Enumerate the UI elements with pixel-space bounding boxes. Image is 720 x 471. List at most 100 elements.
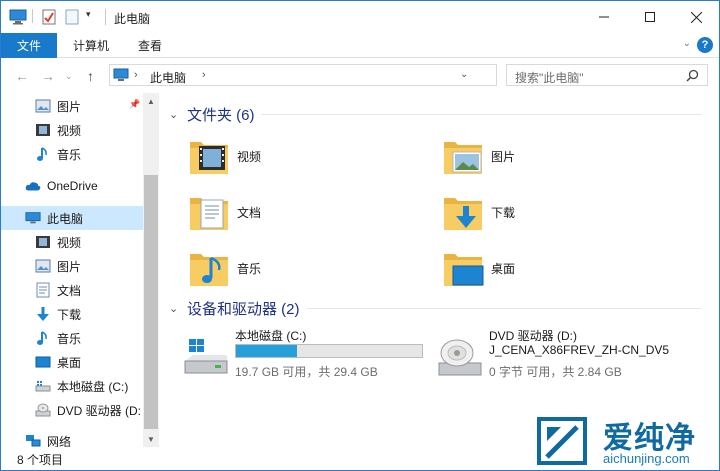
downloads-icon (35, 306, 51, 322)
folders-group-title: 文件夹 (6) (187, 106, 255, 124)
sidebar-item-pictures[interactable]: 图片 (1, 254, 143, 278)
item-count: 8 个项目 (17, 453, 64, 467)
new-folder-icon[interactable] (65, 9, 79, 25)
qa-divider (32, 9, 33, 23)
help-icon[interactable]: ? (697, 37, 713, 53)
videos-icon (35, 122, 51, 138)
sidebar-item-label: 下载 (57, 307, 82, 322)
this-pc-address-icon (113, 68, 129, 85)
pictures-icon (35, 98, 51, 114)
sidebar-item-desktop[interactable]: 桌面 (1, 350, 143, 374)
sidebar-item-videos[interactable]: 视频 (1, 230, 143, 254)
navigation-bar: ← → ⌄ ↑ › 此电脑 › ⌄ ↻ 搜索"此电脑" (1, 59, 719, 93)
watermark-logo: 爱纯净 aichunjing.com (531, 413, 717, 469)
dvd-drive-name: DVD 驱动器 (D:) (489, 329, 577, 343)
folder-music[interactable]: 音乐 (187, 243, 427, 293)
sidebar-item-downloads[interactable]: 下载 (1, 302, 143, 326)
maximize-button[interactable] (627, 1, 673, 33)
music-icon (35, 330, 51, 346)
sidebar-item-label: 文档 (57, 283, 82, 298)
collapse-chevron-icon[interactable]: ⌄ (169, 302, 183, 315)
watermark-emblem-icon (537, 417, 587, 465)
downloads-folder-icon (441, 190, 485, 234)
sidebar-item-music[interactable]: 音乐 (1, 326, 143, 350)
folder-label: 视频 (237, 149, 262, 164)
group-divider (261, 114, 701, 115)
documents-folder-icon (187, 190, 231, 234)
dvd-drive-size: 0 字节 可用，共 2.84 GB (489, 365, 622, 379)
sidebar-item-onedrive[interactable]: OneDrive (1, 174, 143, 198)
music-icon (35, 146, 51, 162)
folder-pictures[interactable]: 图片 (441, 131, 681, 181)
group-divider (307, 308, 701, 309)
customize-qa-dropdown-icon[interactable]: ▾ (86, 9, 91, 20)
drive-c-usage-bar (235, 344, 423, 358)
window-title: 此电脑 (114, 12, 151, 26)
forward-icon[interactable]: → (41, 68, 55, 84)
up-icon[interactable]: ↑ (87, 68, 94, 84)
properties-icon[interactable] (42, 9, 56, 25)
navigation-pane: 图片 📌 视频 音乐 OneDrive 此电脑 视频 图片 文档 下载 音乐 桌… (1, 93, 159, 449)
collapse-chevron-icon[interactable]: ⌄ (169, 108, 183, 121)
sidebar-item-label: 音乐 (57, 147, 82, 162)
devices-group-title: 设备和驱动器 (2) (187, 300, 300, 318)
folders-group-header[interactable]: ⌄ 文件夹 (6) (169, 103, 255, 125)
documents-icon (35, 282, 51, 298)
address-dropdown-icon[interactable]: ⌄ (460, 69, 468, 80)
devices-group-header[interactable]: ⌄ 设备和驱动器 (2) (169, 297, 300, 319)
sidebar-item-music-quick[interactable]: 音乐 (1, 142, 143, 166)
pictures-icon (35, 258, 51, 274)
sidebar-item-dvd-drive[interactable]: DVD 驱动器 (D: (1, 398, 143, 422)
sidebar-item-videos-quick[interactable]: 视频 (1, 118, 143, 142)
dvd-drive-label: J_CENA_X86FREV_ZH-CN_DV5 (489, 343, 670, 357)
sidebar-item-label: 此电脑 (47, 211, 84, 226)
drive-c-name: 本地磁盘 (C:) (235, 329, 307, 343)
watermark-url: aichunjing.com (603, 451, 690, 466)
tab-computer[interactable]: 计算机 (73, 33, 109, 58)
minimize-button[interactable] (581, 1, 627, 33)
desktop-folder-icon (441, 246, 485, 290)
sidebar-scroll-thumb[interactable] (144, 175, 158, 429)
sidebar-item-pictures-quick[interactable]: 图片 📌 (1, 94, 143, 118)
address-bar[interactable]: › 此电脑 › ⌄ ↻ (109, 64, 598, 86)
drive-c-icon (181, 335, 229, 379)
scroll-down-icon[interactable]: ▼ (144, 431, 158, 447)
recent-locations-icon[interactable]: ⌄ (65, 71, 73, 82)
drive-c-icon (35, 378, 51, 394)
drive-c[interactable]: 本地磁盘 (C:) 19.7 GB 可用，共 29.4 GB (181, 327, 431, 387)
onedrive-icon (25, 178, 41, 194)
ribbon-tabs: 文件 计算机 查看 ⌄ ? (1, 33, 719, 58)
folder-label: 桌面 (491, 261, 516, 276)
folder-desktop[interactable]: 桌面 (441, 243, 681, 293)
pin-icon[interactable]: 📌 (129, 99, 140, 110)
folder-documents[interactable]: 文档 (187, 187, 427, 237)
breadcrumb-chevron-icon[interactable]: › (134, 69, 138, 81)
sidebar-item-this-pc[interactable]: 此电脑 (1, 206, 143, 230)
breadcrumb-chevron-icon[interactable]: › (202, 69, 206, 81)
sidebar-item-label: 图片 (57, 99, 82, 114)
back-icon[interactable]: ← (15, 68, 29, 84)
drive-c-usage-fill (236, 345, 298, 357)
dvd-drive-icon (435, 335, 483, 379)
computer-icon[interactable] (9, 9, 27, 25)
search-icon[interactable] (686, 69, 699, 85)
content-pane: ⌄ 文件夹 (6) 视频 图片 文档 下载 音乐 桌面 ⌄ 设备和驱动器 (2)… (161, 93, 717, 447)
title-divider (105, 9, 106, 25)
breadcrumb-this-pc[interactable]: 此电脑 (150, 69, 186, 86)
close-button[interactable] (673, 1, 719, 33)
sidebar-item-documents[interactable]: 文档 (1, 278, 143, 302)
scroll-up-icon[interactable]: ▲ (144, 93, 158, 109)
sidebar-item-label: 桌面 (57, 355, 82, 370)
drive-dvd[interactable]: DVD 驱动器 (D:) J_CENA_X86FREV_ZH-CN_DV5 0 … (435, 327, 685, 387)
sidebar-item-local-disk-c[interactable]: 本地磁盘 (C:) (1, 374, 143, 398)
tab-view[interactable]: 查看 (138, 33, 162, 58)
drive-c-size: 19.7 GB 可用，共 29.4 GB (235, 365, 378, 379)
expand-ribbon-icon[interactable]: ⌄ (683, 38, 691, 49)
sidebar-item-label: 本地磁盘 (C:) (57, 379, 129, 394)
search-input[interactable]: 搜索"此电脑" (506, 64, 708, 86)
folder-label: 图片 (491, 149, 516, 164)
tab-file[interactable]: 文件 (1, 33, 57, 58)
folder-videos[interactable]: 视频 (187, 131, 427, 181)
music-folder-icon (187, 246, 231, 290)
folder-downloads[interactable]: 下载 (441, 187, 681, 237)
